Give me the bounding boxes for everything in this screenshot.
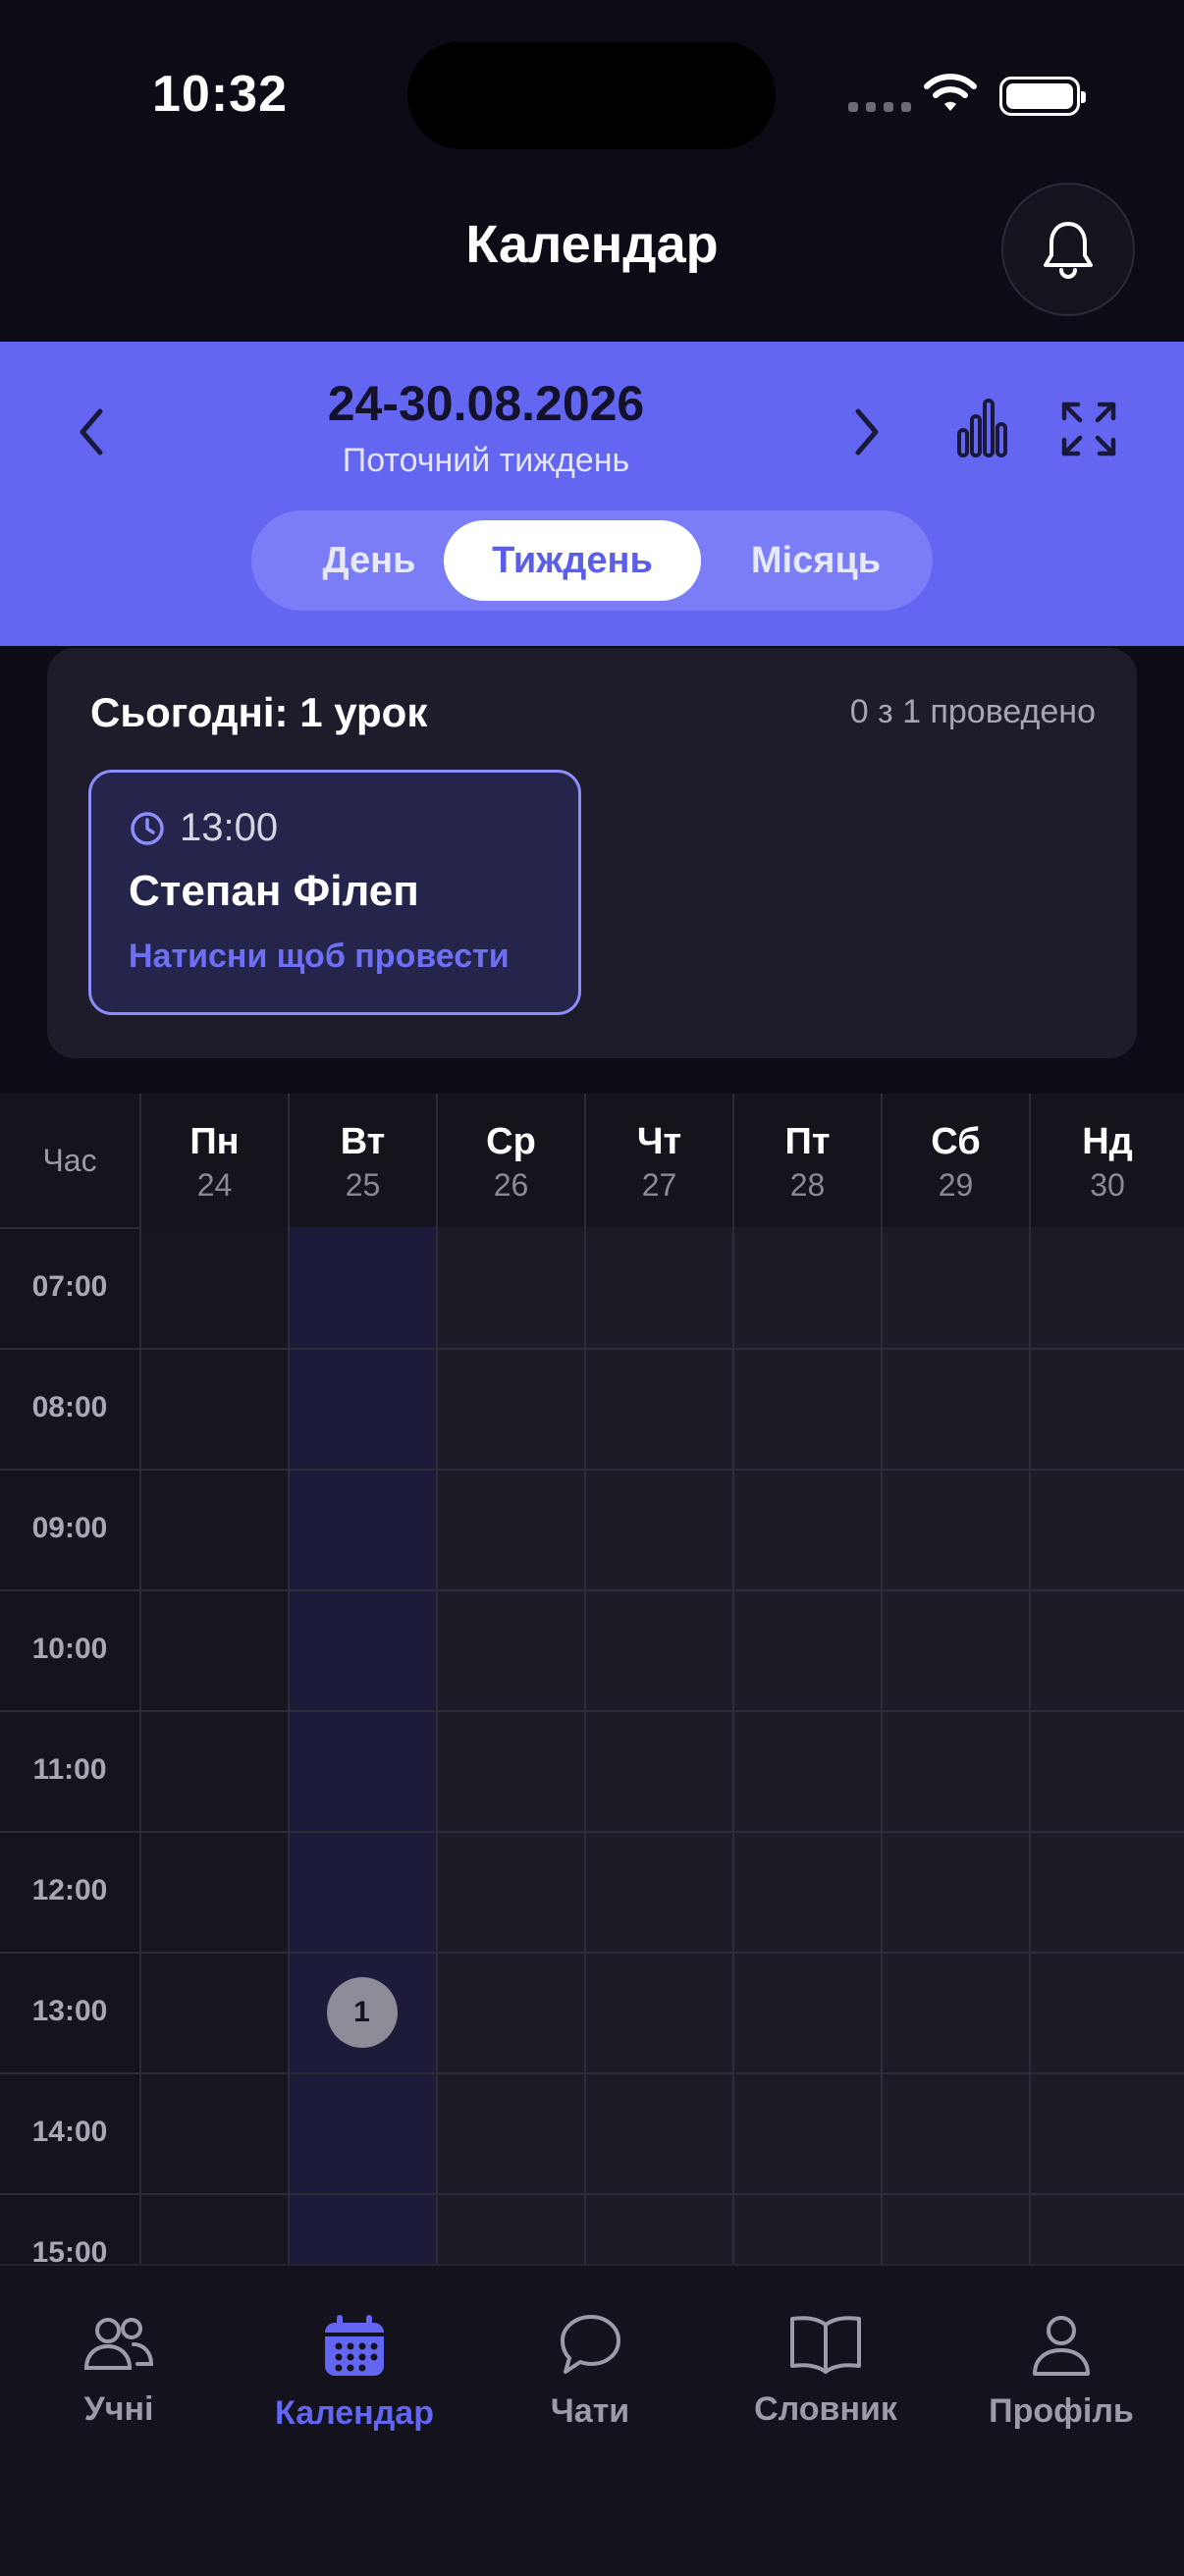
- day-header-4[interactable]: Пт 28: [732, 1094, 881, 1227]
- view-mode-switch: День Тиждень Місяць: [251, 510, 933, 611]
- expand-icon: [1061, 402, 1116, 456]
- fullscreen-button[interactable]: [1060, 401, 1117, 462]
- hour-column-header: Час: [42, 1143, 97, 1178]
- wifi-icon: [924, 74, 977, 111]
- notifications-button[interactable]: [1001, 183, 1135, 316]
- hour-row-divider: [0, 1831, 1184, 1833]
- day-date: 25: [345, 1167, 381, 1203]
- status-time: 10:32: [152, 66, 288, 123]
- day-date: 24: [196, 1167, 233, 1203]
- tab-chats-label: Чати: [550, 2392, 630, 2430]
- tab-chats[interactable]: Чати: [477, 2313, 703, 2431]
- view-mode-week[interactable]: Тиждень: [444, 520, 701, 601]
- day-name: Пт: [784, 1121, 831, 1162]
- day-name: Чт: [636, 1121, 682, 1162]
- day-header-3[interactable]: Чт 27: [584, 1094, 732, 1227]
- hour-label: 14:00: [31, 2116, 108, 2148]
- day-date: 30: [1090, 1167, 1125, 1203]
- week-range: 24-30.08.2026: [327, 376, 645, 431]
- hour-label: 10:00: [31, 1633, 108, 1665]
- hour-row-divider: [0, 1469, 1184, 1471]
- hour-label: 13:00: [31, 1995, 108, 2027]
- chat-icon: [561, 2315, 620, 2374]
- today-progress: 0 з 1 проведено: [849, 693, 1096, 730]
- bar-chart-icon: [957, 399, 1007, 457]
- day-column-1[interactable]: [288, 1227, 436, 2264]
- day-name: Вт: [340, 1121, 386, 1162]
- dynamic-island: [407, 41, 776, 149]
- day-header-6[interactable]: Нд 30: [1029, 1094, 1184, 1227]
- tab-calendar[interactable]: Календар: [242, 2313, 467, 2433]
- day-column-4[interactable]: [732, 1227, 881, 2264]
- next-week-button[interactable]: [852, 402, 899, 461]
- day-column-0[interactable]: [139, 1227, 288, 2264]
- tab-dictionary[interactable]: Словник: [713, 2313, 939, 2429]
- clock-icon: [131, 811, 164, 845]
- hour-row-divider: [0, 2193, 1184, 2195]
- lesson-time: 13:00: [180, 806, 279, 849]
- hour-row-divider: [0, 1348, 1184, 1350]
- bottom-tab-bar: Учні Календар Чати Словник Профіль: [0, 2264, 1184, 2576]
- hour-row-divider: [0, 1952, 1184, 1954]
- tab-students[interactable]: Учні: [6, 2313, 232, 2429]
- view-mode-day[interactable]: День: [271, 520, 467, 601]
- lesson-hint: Натисни щоб провести: [129, 938, 510, 975]
- statistics-button[interactable]: [956, 397, 1011, 464]
- chevron-right-icon: [855, 408, 879, 456]
- week-subtitle: Поточний тиждень: [342, 442, 630, 479]
- lesson-student-name: Степан Філеп: [129, 867, 419, 915]
- day-date: 27: [641, 1167, 677, 1203]
- hour-label: 12:00: [31, 1874, 108, 1906]
- day-date: 26: [493, 1167, 529, 1203]
- tab-students-label: Учні: [83, 2390, 154, 2428]
- hour-row-divider: [0, 1710, 1184, 1712]
- today-summary-card: Сьогодні: 1 урок 0 з 1 проведено 13:00 С…: [47, 648, 1137, 1058]
- book-icon: [790, 2316, 861, 2374]
- hour-label: 07:00: [31, 1270, 108, 1303]
- cellular-signal-icon: [848, 102, 911, 112]
- calendar-header: Час Пн 24 Вт 25 Ср 26 Чт 27 Пт 28 Сб 29 Нд 30: [0, 1094, 1184, 1229]
- users-icon: [83, 2318, 154, 2370]
- hour-label: 09:00: [31, 1512, 108, 1544]
- view-mode-month[interactable]: Місяць: [713, 520, 919, 601]
- previous-week-button[interactable]: [77, 402, 124, 461]
- week-calendar-grid: Час Пн 24 Вт 25 Ср 26 Чт 27 Пт 28 Сб 29 Нд 30 07:00 08…: [0, 1094, 1184, 2264]
- day-column-2[interactable]: [436, 1227, 584, 2264]
- tab-calendar-label: Календар: [275, 2394, 434, 2432]
- profile-icon: [1033, 2316, 1090, 2376]
- lesson-card[interactable]: 13:00 Степан Філеп Натисни щоб провести: [88, 770, 581, 1015]
- day-column-3[interactable]: [584, 1227, 732, 2264]
- today-title: Сьогодні: 1 урок: [90, 689, 428, 735]
- hour-label: 08:00: [31, 1391, 108, 1423]
- day-name: Пн: [189, 1121, 240, 1162]
- calendar-icon: [325, 2315, 384, 2376]
- event-count-badge[interactable]: 1: [326, 1976, 398, 2048]
- bell-icon: [1044, 222, 1093, 279]
- day-header-1[interactable]: Вт 25: [288, 1094, 436, 1227]
- status-bar: 10:32: [0, 0, 1184, 196]
- hour-row-divider: [0, 1589, 1184, 1591]
- day-name: Ср: [486, 1121, 536, 1162]
- day-date: 28: [789, 1167, 826, 1203]
- day-name: Нд: [1082, 1121, 1133, 1162]
- battery-icon: [999, 77, 1086, 116]
- day-column-6[interactable]: [1029, 1227, 1184, 2264]
- hour-label: 11:00: [32, 1753, 107, 1786]
- hour-label: 15:00: [31, 2236, 108, 2264]
- day-header-0[interactable]: Пн 24: [139, 1094, 288, 1227]
- chevron-left-icon: [80, 408, 103, 456]
- tab-profile[interactable]: Профіль: [948, 2313, 1174, 2431]
- day-header-2[interactable]: Ср 26: [436, 1094, 584, 1227]
- day-header-5[interactable]: Сб 29: [881, 1094, 1029, 1227]
- day-date: 29: [938, 1167, 974, 1203]
- day-column-5[interactable]: [881, 1227, 1029, 2264]
- hour-row-divider: [0, 2072, 1184, 2074]
- tab-dictionary-label: Словник: [754, 2390, 897, 2428]
- day-name: Сб: [931, 1121, 981, 1162]
- tab-profile-label: Профіль: [989, 2392, 1134, 2430]
